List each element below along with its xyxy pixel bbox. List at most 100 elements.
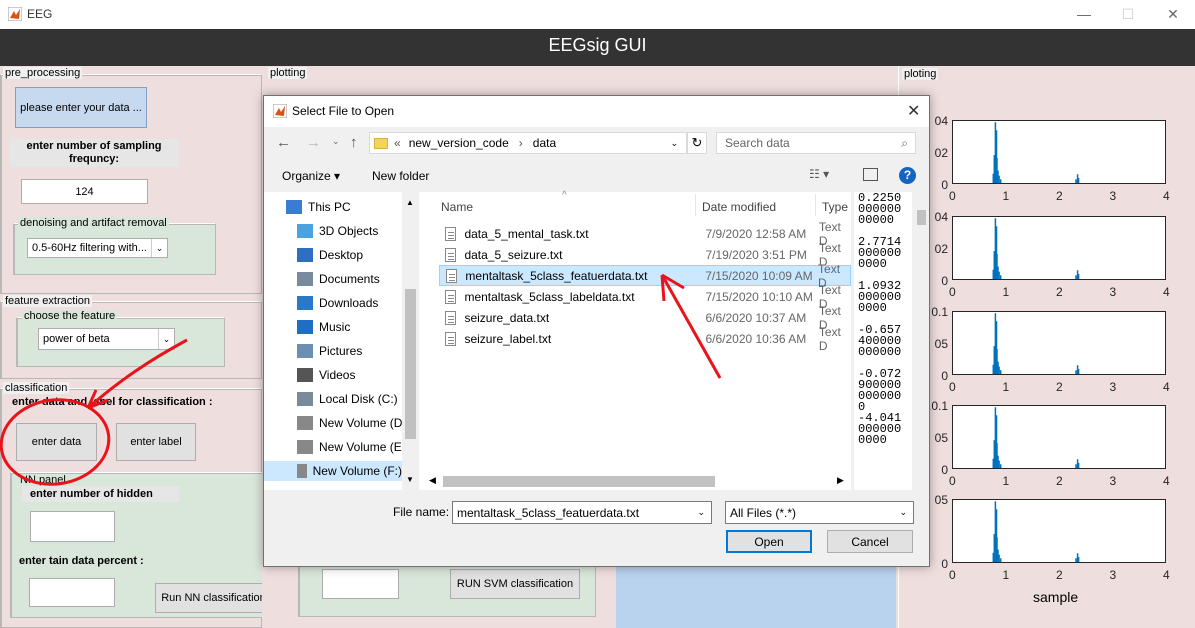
file-type-select[interactable]: All Files (*.*) ⌄ [725,501,914,524]
close-window-button[interactable]: ✕ [1162,4,1184,24]
file-list-pane: ^ Name Date modified Type data_5_mental_… [419,190,851,490]
back-arrow-icon[interactable]: ← [276,134,291,151]
signal-trace [992,407,1080,468]
signal-trace [992,313,1080,374]
x-tick-label: 2 [1056,568,1063,582]
file-hscroll-thumb[interactable] [443,476,715,487]
nav-item-11[interactable]: New Volume (F:) [264,461,402,481]
file-type: Text D [818,324,841,353]
column-date[interactable]: Date modified [702,200,776,214]
nav-item-0[interactable]: This PC [286,197,351,217]
open-button[interactable]: Open [726,530,812,553]
minimize-button[interactable]: — [1073,4,1095,24]
nav-scrollbar[interactable]: ▲ ▼ [402,192,419,490]
search-input[interactable]: Search data ⌕ [716,132,916,154]
text-file-icon [445,247,457,262]
file-date: 7/9/2020 12:58 AM [705,226,807,241]
new-folder-button[interactable]: New folder [372,169,429,183]
x-tick-label: 4 [1163,380,1170,394]
x-tick-label: 3 [1109,380,1117,394]
column-type[interactable]: Type [822,200,848,214]
preview-scroll-thumb[interactable] [917,210,926,225]
chevron-down-icon: ⌄ [151,239,167,257]
nav-item-label: New Volume (E:) [319,440,410,454]
x-tick-label: 0 [949,189,956,203]
help-icon[interactable]: ? [899,167,916,184]
scroll-right-icon[interactable]: ▶ [837,475,844,486]
scroll-down-icon[interactable]: ▼ [406,475,414,484]
text-file-icon [445,226,457,241]
gui-header: EEGsig GUI [0,29,1195,66]
train-input[interactable] [29,578,115,607]
file-hscrollbar[interactable]: ◀ ▶ [419,472,851,490]
signal-trace [992,218,1080,279]
nav-item-8[interactable]: Local Disk (C:) [297,389,398,409]
file-name: data_5_seizure.txt [464,247,563,262]
path-segment-parent[interactable]: new_version_code [409,136,509,150]
svm-input[interactable] [322,569,399,599]
refresh-icon[interactable]: ↻ [687,132,707,154]
x-tick-label: 2 [1056,380,1063,394]
scroll-up-icon[interactable]: ▲ [406,198,414,207]
y-tick-label: 05 [934,431,948,445]
cancel-button[interactable]: Cancel [827,530,913,553]
dialog-close-icon[interactable]: ✕ [907,101,920,121]
file-date: 7/19/2020 3:51 PM [705,247,807,262]
nav-item-label: This PC [308,200,351,214]
nav-item-10[interactable]: New Volume (E:) [297,437,409,457]
hidden-input[interactable] [30,511,115,542]
sampling-input[interactable]: 124 [21,179,148,204]
nav-item-2[interactable]: Desktop [297,245,363,265]
nav-item-4[interactable]: Downloads [297,293,378,313]
cube-icon [297,224,313,238]
x-tick-label: 1 [1002,285,1010,299]
path-overflow: « [394,136,401,150]
address-chevron-icon[interactable]: ⌄ [670,138,678,149]
view-options-icon[interactable]: ☷ ▾ [809,167,829,181]
run-nn-button[interactable]: Run NN classification [155,583,272,613]
x-axis-label: sample [1033,589,1079,605]
preview-line: 0000 [858,301,887,315]
nav-item-label: New Volume (F:) [312,464,402,478]
nav-item-3[interactable]: Documents [297,269,380,289]
y-tick-label: 04 [934,210,948,224]
train-label: enter tain data percent : [19,555,144,567]
annotation-circle-overlay [0,338,188,486]
window-titlebar: EEG — ☐ ✕ [0,0,1195,29]
nav-scroll-thumb[interactable] [405,289,416,439]
preview-line: 000000 [858,345,902,359]
file-name: data_5_mental_task.txt [464,226,589,241]
nav-item-9[interactable]: New Volume (D: [297,413,406,433]
file-row[interactable]: data_5_mental_task.txt 7/9/2020 12:58 AM T… [439,220,851,248]
recent-chevron-icon[interactable]: ⌄ [332,136,340,147]
up-arrow-icon[interactable]: ↑ [350,134,358,151]
preview-pane-icon[interactable] [863,168,878,181]
nav-item-6[interactable]: Pictures [297,341,362,361]
file-open-dialog: Select File to Open ✕ ← → ⌄ ↑ « new_vers… [263,95,930,567]
navigation-pane: This PC 3D Objects Desktop Documents Downloa… [264,192,419,490]
column-divider [695,194,696,216]
x-tick-label: 0 [949,474,956,488]
nav-item-label: Downloads [319,296,379,310]
denoise-select[interactable]: 0.5-60Hz filtering with... ⌄ [27,238,168,258]
organize-menu[interactable]: Organize ▾ [282,169,340,183]
scroll-left-icon[interactable]: ◀ [429,475,436,486]
nav-item-1[interactable]: 3D Objects [297,221,378,241]
signal-line [992,313,1080,374]
text-file-icon [446,268,458,283]
maximize-button[interactable]: ☐ [1117,4,1139,24]
x-tick-label: 1 [1002,474,1010,488]
nav-item-label: Music [319,320,351,334]
address-bar[interactable]: « new_version_code › data ⌄ [369,132,687,154]
file-name-input[interactable]: mentaltask_5class_featuerdata.txt ⌄ [452,501,712,524]
signal-plot [952,120,1166,184]
enter-data-preprocess-button[interactable]: please enter your data ... [15,87,147,128]
path-segment-current[interactable]: data [533,136,556,150]
preview-scrollbar[interactable] [914,192,929,490]
forward-arrow-icon[interactable]: → [306,134,321,151]
nav-item-5[interactable]: Music [297,317,350,337]
run-svm-button[interactable]: RUN SVM classification [450,569,580,599]
column-name[interactable]: Name [441,200,473,214]
file-name-chevron-icon[interactable]: ⌄ [697,507,705,518]
nav-item-7[interactable]: Videos [297,365,355,385]
